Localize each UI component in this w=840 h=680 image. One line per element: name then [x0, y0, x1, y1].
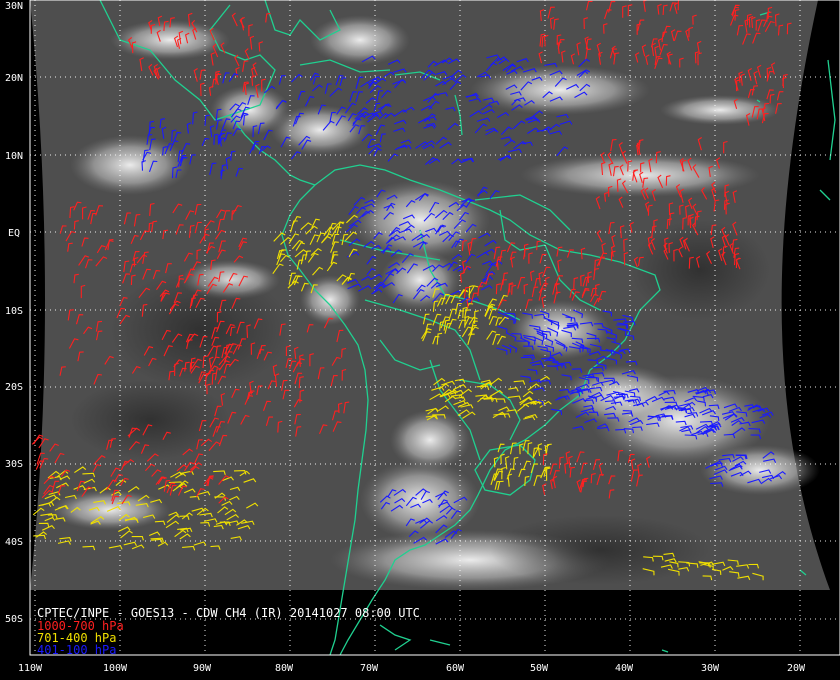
cloud-mass — [310, 15, 410, 65]
satellite-wind-map: 30N 20N 10N EQ 10S 20S 30S 40S 50S 110W … — [5, 0, 840, 674]
map-title: CPTEC/INPE - GOES13 - CDW CH4 (IR) 20141… — [37, 606, 420, 620]
cloud-mass — [380, 250, 460, 310]
lon-label-20w: 20W — [787, 663, 806, 674]
clear-sky-region — [70, 380, 230, 460]
cloud-mass — [700, 445, 820, 495]
clear-sky-region — [630, 220, 770, 320]
lon-label-110w: 110W — [18, 663, 43, 674]
lat-label-10s: 10S — [5, 306, 23, 317]
cloud-mass — [510, 300, 610, 360]
lon-label-80w: 80W — [275, 663, 294, 674]
longitude-labels: 110W 100W 90W 80W 70W 60W 50W 40W 30W 20… — [18, 663, 806, 674]
lon-label-50w: 50W — [530, 663, 549, 674]
lat-label-30s: 30S — [5, 459, 23, 470]
lat-label-50s: 50S — [5, 614, 23, 625]
lon-label-70w: 70W — [360, 663, 379, 674]
cloud-mass — [390, 410, 470, 470]
lon-label-30w: 30W — [701, 663, 720, 674]
legend-high-level: 401-100 hPa — [37, 643, 116, 657]
lat-label-30n: 30N — [5, 1, 23, 12]
cloud-mass — [210, 85, 290, 135]
latitude-labels: 30N 20N 10N EQ 10S 20S 30S 40S 50S — [5, 1, 23, 625]
cloud-mass — [470, 65, 650, 115]
lat-label-10n: 10N — [5, 151, 23, 162]
lat-label-20s: 20S — [5, 382, 23, 393]
lat-label-20n: 20N — [5, 73, 23, 84]
clear-sky-region — [110, 270, 290, 390]
lon-label-100w: 100W — [103, 663, 128, 674]
clear-sky-region — [490, 515, 710, 585]
lon-label-90w: 90W — [193, 663, 212, 674]
cloud-mass — [360, 460, 480, 540]
lat-label-eq: EQ — [8, 228, 20, 239]
lon-label-60w: 60W — [446, 663, 465, 674]
no-data-region — [30, 590, 840, 655]
wind-barb — [31, 436, 44, 445]
lat-label-40s: 40S — [5, 537, 23, 548]
lon-label-40w: 40W — [615, 663, 634, 674]
